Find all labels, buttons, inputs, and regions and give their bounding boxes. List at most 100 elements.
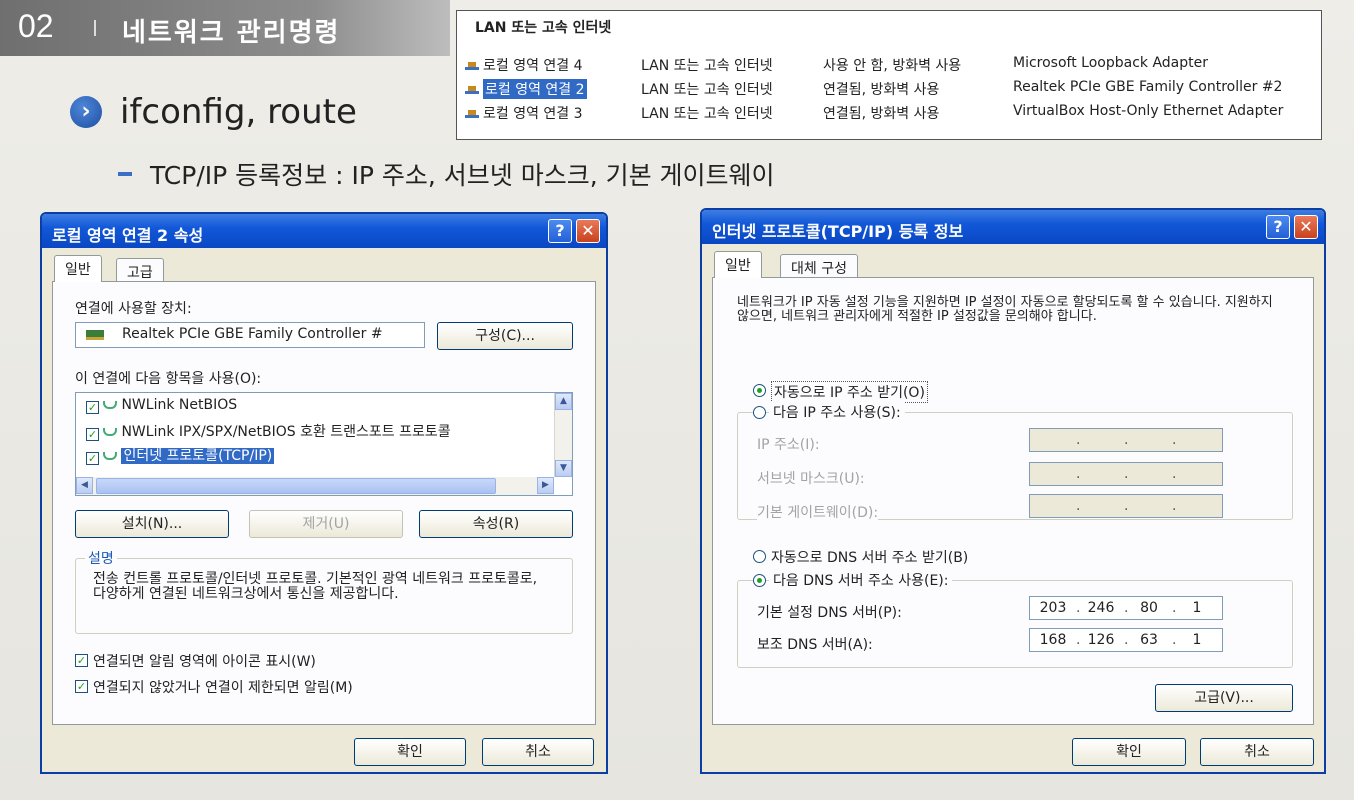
- subnet-mask-label: 서브넷 마스크(U):: [757, 471, 865, 487]
- section-number: 02: [18, 8, 54, 44]
- lan-row-type: LAN 또는 고속 인터넷: [641, 106, 773, 122]
- connection-properties-dialog: 로컬 영역 연결 2 속성 ? ✕ 일반 고급 연결에 사용할 장치: Real…: [40, 212, 608, 774]
- ip-octet: 1: [1192, 632, 1202, 648]
- network-connection-icon: [465, 57, 479, 71]
- device-field: Realtek PCIe GBE Family Controller #: [75, 322, 425, 348]
- cancel-button[interactable]: 취소: [1200, 738, 1314, 766]
- sub-bullet-text: TCP/IP 등록정보 : IP 주소, 서브넷 마스크, 기본 게이트웨이: [150, 161, 775, 190]
- list-item-label: NWLink NetBIOS: [121, 397, 238, 413]
- device-label: 연결에 사용할 장치:: [75, 301, 192, 317]
- lan-row-status: 연결됨, 방화벽 사용: [823, 82, 940, 98]
- lan-row-type: LAN 또는 고속 인터넷: [641, 58, 773, 74]
- ok-button[interactable]: 확인: [354, 738, 466, 766]
- tab-advanced[interactable]: 고급: [116, 258, 164, 282]
- help-icon[interactable]: ?: [548, 219, 572, 243]
- notify-icon-label: 연결되면 알림 영역에 아이콘 표시(W): [93, 654, 316, 670]
- remove-button[interactable]: 제거(U): [249, 510, 403, 538]
- auto-ip-label: 자동으로 IP 주소 받기(O): [771, 381, 928, 403]
- scroll-left-icon[interactable]: ◀: [76, 477, 93, 494]
- configure-button[interactable]: 구성(C)...: [437, 322, 573, 350]
- dialog-title: 로컬 영역 연결 2 속성: [52, 226, 204, 245]
- item-checkbox[interactable]: ✓: [86, 452, 99, 465]
- alternate-dns-field[interactable]: 168. 126. 63. 1: [1029, 628, 1223, 652]
- network-card-icon: [86, 330, 104, 340]
- properties-button[interactable]: 속성(R): [419, 510, 573, 538]
- horizontal-scrollbar[interactable]: ◀ ▶: [76, 477, 554, 495]
- subnet-mask-field[interactable]: ...: [1029, 462, 1223, 486]
- bullet-arrow-icon: ›: [70, 96, 102, 128]
- lan-row-status: 연결됨, 방화벽 사용: [823, 106, 940, 122]
- notify-icon-checkbox[interactable]: ✓: [75, 654, 88, 667]
- ip-octet: 63: [1140, 632, 1158, 648]
- preferred-dns-field[interactable]: 203. 246. 80. 1: [1029, 596, 1223, 620]
- ok-button[interactable]: 확인: [1072, 738, 1186, 766]
- dialog-titlebar: 인터넷 프로토콜(TCP/IP) 등록 정보 ? ✕: [702, 210, 1324, 244]
- gateway-label: 기본 게이트웨이(D):: [757, 502, 879, 522]
- lan-row-name: 로컬 영역 연결 3: [483, 106, 583, 122]
- cancel-button[interactable]: 취소: [482, 738, 594, 766]
- slide: 02 네트워크 관리명령 › ifconfig, route TCP/IP 등록…: [0, 0, 1354, 800]
- list-item[interactable]: ✓ NWLink NetBIOS: [86, 397, 238, 414]
- scroll-right-icon[interactable]: ▶: [537, 477, 554, 494]
- lan-row-type: LAN 또는 고속 인터넷: [641, 82, 773, 98]
- vertical-scrollbar[interactable]: ▲ ▼: [554, 393, 572, 477]
- advanced-button[interactable]: 고급(V)...: [1155, 684, 1293, 712]
- notify-limited-label: 연결되지 않았거나 연결이 제한되면 알림(M): [93, 680, 353, 696]
- ip-octet: 80: [1140, 600, 1158, 616]
- manual-dns-radio[interactable]: [753, 574, 766, 587]
- list-item-label: NWLink IPX/SPX/NetBIOS 호환 트랜스포트 프로토콜: [121, 424, 451, 440]
- alternate-dns-label: 보조 DNS 서버(A):: [757, 637, 873, 653]
- gateway-field[interactable]: ...: [1029, 494, 1223, 518]
- item-checkbox[interactable]: ✓: [86, 428, 99, 441]
- tab-general[interactable]: 일반: [714, 251, 762, 278]
- dialog-titlebar: 로컬 영역 연결 2 속성 ? ✕: [42, 214, 606, 248]
- close-icon[interactable]: ✕: [1294, 215, 1318, 239]
- help-icon[interactable]: ?: [1266, 215, 1290, 239]
- section-title: 네트워크 관리명령: [122, 18, 341, 48]
- lan-row-status: 사용 안 함, 방화벽 사용: [823, 58, 962, 74]
- dns-group: [737, 580, 1293, 668]
- tab-page: 네트워크가 IP 자동 설정 기능을 지원하면 IP 설정이 자동으로 할당되도…: [712, 277, 1314, 725]
- protocol-icon: [103, 401, 118, 409]
- scroll-up-icon[interactable]: ▲: [555, 393, 572, 410]
- manual-ip-label: 다음 IP 주소 사용(S):: [769, 402, 905, 422]
- ip-octet: 126: [1087, 632, 1115, 648]
- tab-general[interactable]: 일반: [54, 255, 102, 282]
- close-icon[interactable]: ✕: [576, 219, 600, 243]
- header-bar: 02 네트워크 관리명령: [0, 0, 450, 56]
- install-button[interactable]: 설치(N)...: [75, 510, 229, 538]
- manual-ip-radio[interactable]: [753, 406, 766, 419]
- tab-page: 연결에 사용할 장치: Realtek PCIe GBE Family Cont…: [52, 281, 596, 725]
- list-item[interactable]: ✓ NWLink IPX/SPX/NetBIOS 호환 트랜스포트 프로토콜: [86, 421, 451, 441]
- lan-row-device: VirtualBox Host-Only Ethernet Adapter: [1013, 103, 1284, 119]
- protocol-icon: [103, 452, 118, 460]
- list-item[interactable]: ✓ 인터넷 프로토콜(TCP/IP): [86, 445, 275, 465]
- notify-limited-checkbox[interactable]: ✓: [75, 680, 88, 693]
- lan-panel-title: LAN 또는 고속 인터넷: [475, 20, 612, 36]
- sub-bullet-dash: [118, 172, 132, 176]
- components-list[interactable]: ✓ NWLink NetBIOS ✓ NWLink IPX/SPX/NetBIO…: [75, 392, 573, 496]
- lan-row-name: 로컬 영역 연결 2: [483, 79, 587, 99]
- network-connection-icon: [465, 81, 479, 95]
- item-checkbox[interactable]: ✓: [86, 401, 99, 414]
- list-item-label: 인터넷 프로토콜(TCP/IP): [121, 448, 275, 464]
- ip-octet: 1: [1192, 600, 1202, 616]
- bullet-heading: ifconfig, route: [120, 92, 357, 132]
- preferred-dns-label: 기본 설정 DNS 서버(P):: [757, 605, 902, 621]
- manual-dns-label: 다음 DNS 서버 주소 사용(E):: [769, 570, 953, 590]
- ip-address-field[interactable]: ...: [1029, 428, 1223, 452]
- tab-alternate-config[interactable]: 대체 구성: [780, 254, 858, 278]
- lan-row-device: Realtek PCIe GBE Family Controller #2: [1013, 79, 1283, 95]
- auto-ip-radio[interactable]: [753, 384, 766, 397]
- scroll-down-icon[interactable]: ▼: [555, 460, 572, 477]
- auto-dns-radio[interactable]: [753, 550, 766, 563]
- scroll-thumb[interactable]: [96, 478, 496, 494]
- ip-address-label: IP 주소(I):: [757, 437, 820, 453]
- ip-octet: 203: [1039, 600, 1067, 616]
- tcpip-properties-dialog: 인터넷 프로토콜(TCP/IP) 등록 정보 ? ✕ 일반 대체 구성 네트워크…: [700, 208, 1326, 774]
- auto-dns-label: 자동으로 DNS 서버 주소 받기(B): [771, 550, 969, 566]
- ip-octet: 246: [1087, 600, 1115, 616]
- header-separator: [94, 20, 96, 36]
- info-text: 네트워크가 IP 자동 설정 기능을 지원하면 IP 설정이 자동으로 할당되도…: [737, 295, 1273, 324]
- items-label: 이 연결에 다음 항목을 사용(O):: [75, 371, 262, 387]
